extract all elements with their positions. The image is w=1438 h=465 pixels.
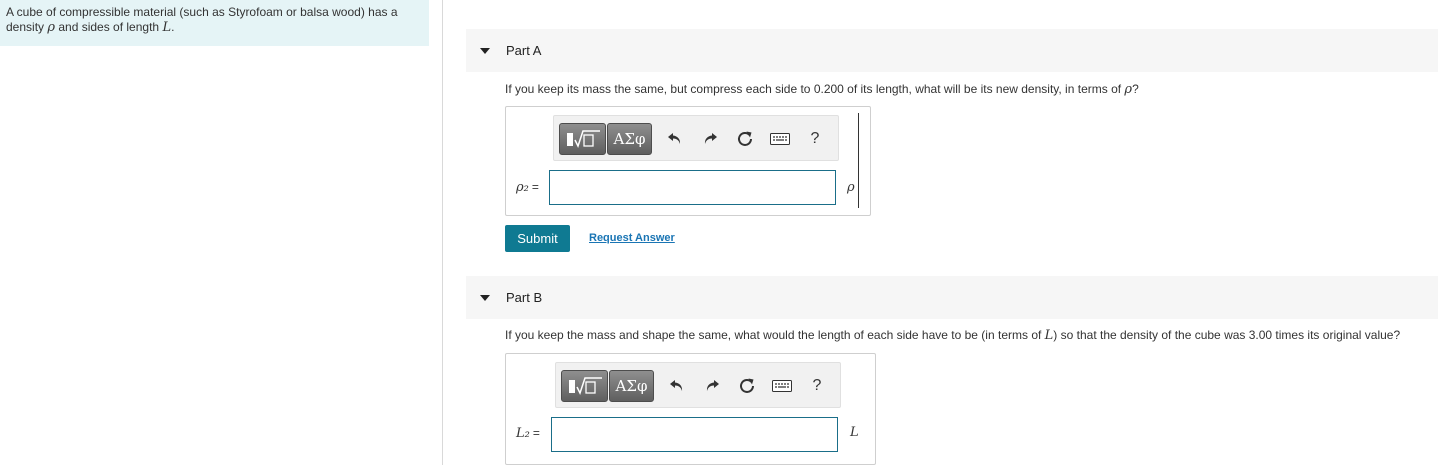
help-icon[interactable]: ? xyxy=(804,128,826,150)
intro-text-3: . xyxy=(171,20,175,34)
part-a-variable-label: ρ₂ = xyxy=(516,180,539,195)
redo-icon[interactable] xyxy=(701,375,723,397)
part-a-title: Part A xyxy=(506,43,542,58)
part-b-variable: L₂ xyxy=(516,426,530,441)
part-b-question: If you keep the mass and shape the same,… xyxy=(505,328,1400,343)
part-a-math-toolbar: ΑΣφ ? xyxy=(553,115,839,161)
part-b-header[interactable]: Part B xyxy=(466,276,1438,319)
column-divider xyxy=(442,0,443,465)
part-b-question-end: ) so that the density of the cube was 3.… xyxy=(1053,328,1401,342)
part-a-variable: ρ₂ xyxy=(516,180,529,195)
matrix-sqrt-icon[interactable] xyxy=(559,123,606,155)
cursor-line xyxy=(858,113,859,208)
undo-icon[interactable] xyxy=(666,375,688,397)
intro-text-2: and sides of length xyxy=(55,20,163,34)
part-a-question-end: ? xyxy=(1132,82,1139,96)
greek-icon[interactable]: ΑΣφ xyxy=(607,123,652,155)
problem-statement: A cube of compressible material (such as… xyxy=(0,0,429,46)
part-a-answer-box: ΑΣφ ? ρ₂ = ρ xyxy=(505,106,871,216)
keyboard-icon[interactable] xyxy=(769,128,791,150)
part-a-header[interactable]: Part A xyxy=(466,29,1438,72)
part-b-title: Part B xyxy=(506,290,543,305)
part-b-math-toolbar: ΑΣφ ? xyxy=(555,362,841,408)
redo-icon[interactable] xyxy=(699,128,721,150)
equals-sign: = xyxy=(532,426,540,440)
equals-sign: = xyxy=(531,180,539,194)
keyboard-icon[interactable] xyxy=(771,375,793,397)
part-a-question: If you keep its mass the same, but compr… xyxy=(505,82,1139,97)
part-b-variable-label: L₂ = xyxy=(516,426,540,441)
length-symbol: L xyxy=(1044,328,1054,343)
undo-icon[interactable] xyxy=(664,128,686,150)
part-b-question-text: If you keep the mass and shape the same,… xyxy=(505,328,1045,342)
reset-icon[interactable] xyxy=(736,375,758,397)
part-b-answer-input[interactable] xyxy=(551,417,838,452)
submit-button[interactable]: Submit xyxy=(505,225,570,252)
request-answer-link[interactable]: Request Answer xyxy=(589,232,675,244)
matrix-sqrt-icon[interactable] xyxy=(561,370,608,402)
part-b-answer-box: ΑΣφ ? L₂ = L xyxy=(505,353,876,465)
caret-down-icon[interactable] xyxy=(480,47,490,54)
part-a-question-text: If you keep its mass the same, but compr… xyxy=(505,82,1125,96)
reset-icon[interactable] xyxy=(734,128,756,150)
length-symbol: L xyxy=(162,20,172,35)
part-a-unit: ρ xyxy=(847,180,855,195)
part-b-unit: L xyxy=(850,425,859,440)
caret-down-icon[interactable] xyxy=(480,294,490,301)
part-a-answer-input[interactable] xyxy=(549,170,836,205)
help-icon[interactable]: ? xyxy=(806,375,828,397)
greek-icon[interactable]: ΑΣφ xyxy=(609,370,654,402)
rho-symbol: ρ xyxy=(1124,82,1133,97)
rho-symbol: ρ xyxy=(47,20,56,35)
